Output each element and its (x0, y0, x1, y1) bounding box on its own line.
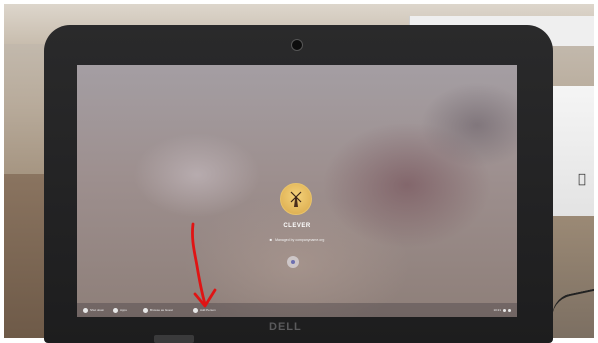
browse-as-guest-button[interactable]: Browse as Guest (143, 306, 173, 314)
wifi-icon (503, 308, 506, 312)
login-shelf: Shut down Apps Browse as Guest Add Perso… (77, 303, 517, 317)
add-person-label: Add Person (200, 308, 216, 312)
clock: 10:21 (493, 308, 501, 312)
laptop: CLEVER ■ Managed by companyname.org Shut… (44, 25, 553, 343)
battery-icon (508, 308, 511, 312)
apps-label: Apps (120, 308, 127, 312)
power-icon (83, 307, 88, 313)
password-submit-button[interactable] (287, 256, 299, 268)
managed-by-text: Managed by companyname.org (275, 238, 325, 242)
guest-icon (143, 307, 148, 313)
user-name: CLEVER (283, 223, 311, 229)
add-person-icon (193, 307, 198, 313)
login-screen: CLEVER ■ Managed by companyname.org Shut… (77, 65, 517, 317)
status-tray[interactable]: 10:21 (493, 306, 511, 314)
apps-icon (113, 307, 118, 313)
browse-as-guest-label: Browse as Guest (150, 308, 173, 312)
dell-logo: DELL (269, 321, 302, 333)
charging-cable (548, 286, 594, 320)
shutdown-button[interactable]: Shut down (83, 306, 104, 314)
webcam-icon (291, 39, 303, 51)
building-icon: ■ (269, 237, 273, 242)
apple-logo-icon:  (578, 172, 586, 187)
managed-by-label: ■ Managed by companyname.org (77, 237, 517, 242)
user-avatar[interactable] (280, 183, 312, 215)
shutdown-label: Shut down (90, 308, 105, 312)
windmill-icon (290, 191, 302, 207)
apps-button[interactable]: Apps (113, 306, 127, 314)
white-box-right (552, 86, 594, 216)
add-person-button[interactable]: Add Person (193, 306, 216, 314)
